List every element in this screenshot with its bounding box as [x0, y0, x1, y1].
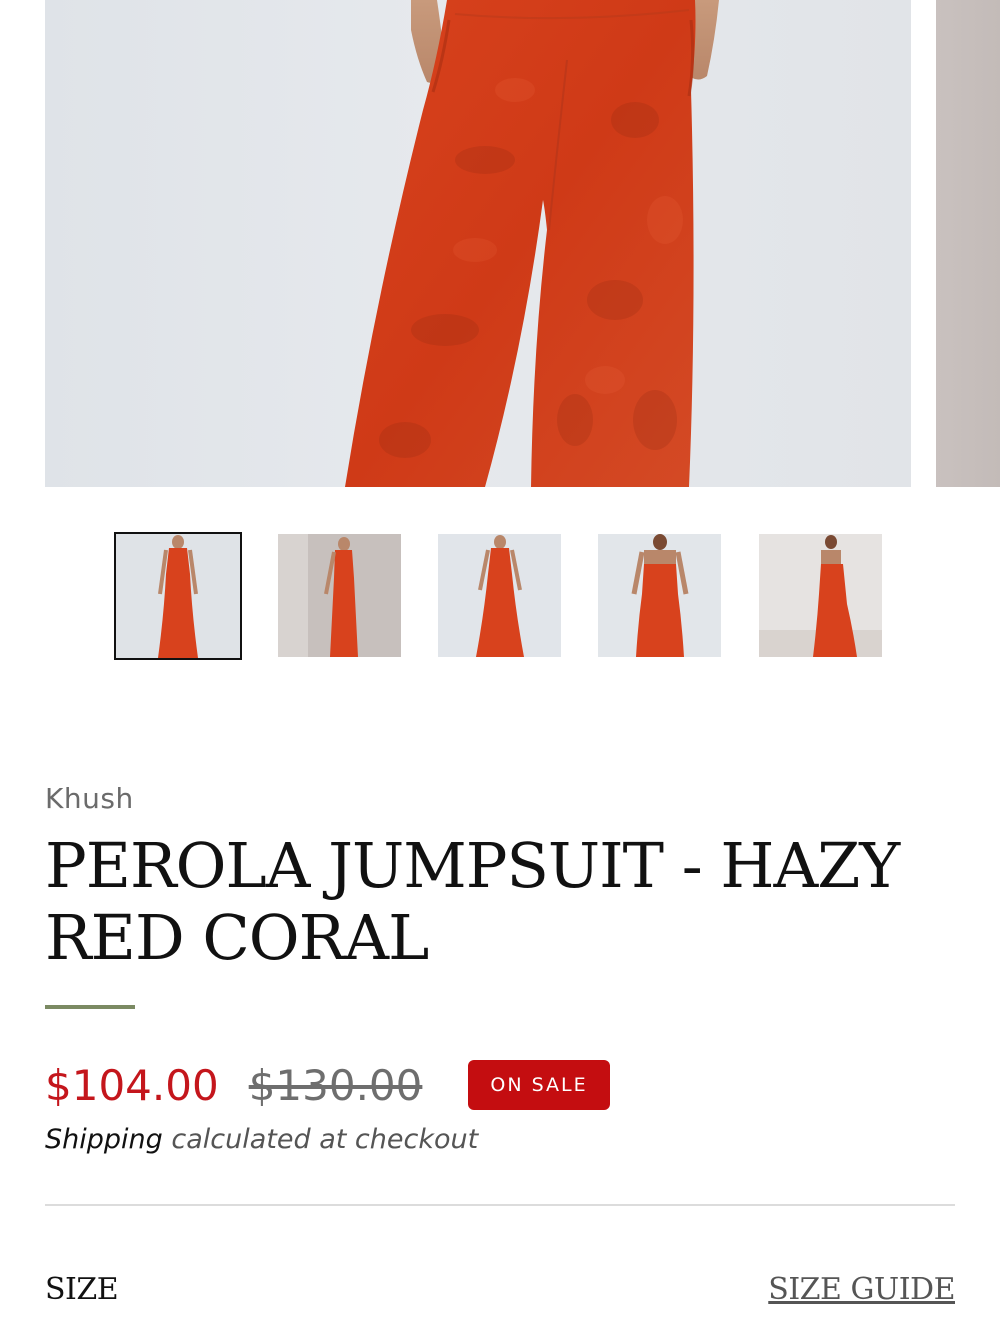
jumpsuit-photo [345, 0, 719, 487]
thumbnail-image [116, 534, 240, 658]
size-guide-link[interactable]: SIZE GUIDE [768, 1272, 955, 1307]
thumbnail-image [278, 534, 401, 657]
section-divider [45, 1204, 955, 1206]
thumbnail-2[interactable] [278, 534, 401, 657]
product-title: PEROLA JUMPSUIT - HAZY RED CORAL [45, 829, 900, 974]
shipping-note: Shipping calculated at checkout [45, 1124, 478, 1155]
thumbnail-3[interactable] [438, 534, 561, 657]
on-sale-badge: ON SALE [468, 1060, 610, 1110]
thumbnail-5[interactable] [759, 534, 882, 657]
product-vendor[interactable]: Khush [45, 782, 134, 815]
product-main-image[interactable] [45, 0, 911, 487]
thumbnail-image [759, 534, 882, 657]
next-image-peek[interactable] [936, 0, 1000, 487]
shipping-link[interactable]: Shipping [45, 1124, 163, 1155]
thumbnail-4[interactable] [598, 534, 721, 657]
thumbnail-strip [114, 532, 894, 662]
size-option-label: SIZE [45, 1272, 119, 1307]
shipping-text: calculated at checkout [162, 1124, 479, 1155]
thumbnail-image [598, 534, 721, 657]
thumbnail-1[interactable] [114, 532, 242, 660]
title-accent-line [45, 1005, 135, 1009]
compare-at-price: $130.00 [248, 1060, 423, 1110]
sale-price: $104.00 [45, 1060, 219, 1110]
thumbnail-image [438, 534, 561, 657]
price-row: $104.00 $130.00 ON SALE [45, 1055, 610, 1115]
